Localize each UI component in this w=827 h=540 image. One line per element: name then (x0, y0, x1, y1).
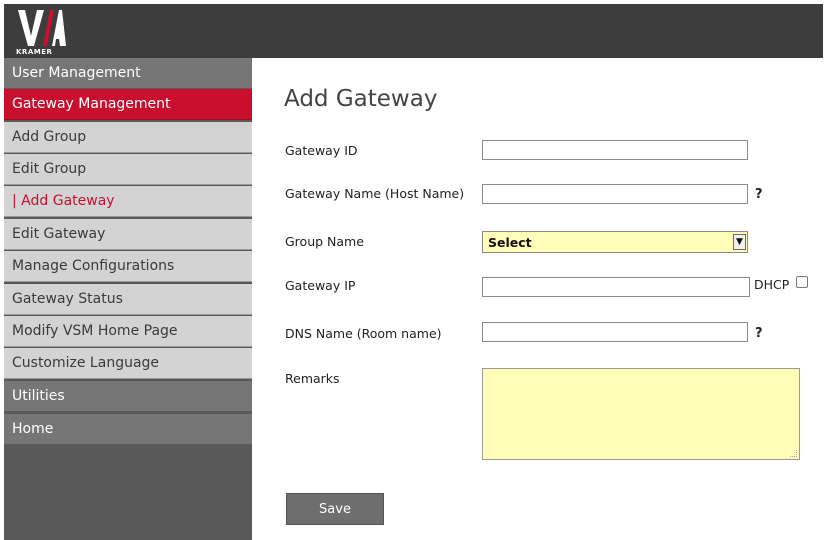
top-bar: KRAMER (4, 4, 823, 58)
sidebar-item-add-group[interactable]: Add Group (4, 122, 252, 153)
sidebar-item-customize-language[interactable]: Customize Language (4, 348, 252, 379)
gateway-ip-input[interactable] (482, 277, 750, 297)
dns-name-help-icon[interactable]: ? (755, 326, 763, 341)
sidebar-item-user-management[interactable]: User Management (4, 58, 252, 89)
gateway-id-label: Gateway ID (285, 143, 358, 158)
save-button[interactable]: Save (286, 493, 384, 525)
remarks-textarea[interactable] (482, 368, 800, 460)
sidebar: User Management Gateway Management Add G… (4, 58, 252, 540)
sidebar-item-edit-group[interactable]: Edit Group (4, 154, 252, 185)
dns-name-input[interactable] (482, 322, 748, 342)
sidebar-item-add-gateway[interactable]: | Add Gateway (4, 186, 252, 217)
group-name-selected-value: Select (488, 235, 532, 250)
sidebar-item-gateway-management[interactable]: Gateway Management (4, 89, 252, 120)
dhcp-label: DHCP (754, 277, 790, 292)
main-content: Add Gateway Gateway ID Gateway Name (Hos… (252, 58, 823, 540)
dns-name-label: DNS Name (Room name) (285, 326, 442, 341)
sidebar-item-manage-configurations[interactable]: Manage Configurations (4, 251, 252, 282)
logo-text: KRAMER (16, 48, 53, 56)
page-title: Add Gateway (284, 86, 438, 112)
sidebar-item-home[interactable]: Home (4, 414, 252, 445)
dropdown-arrow-icon[interactable]: ▼ (733, 234, 746, 250)
sidebar-item-gateway-status[interactable]: Gateway Status (4, 284, 252, 315)
sidebar-item-edit-gateway[interactable]: Edit Gateway (4, 219, 252, 250)
remarks-label: Remarks (285, 371, 340, 386)
group-name-select[interactable]: Select ▼ (482, 231, 748, 253)
group-name-label: Group Name (285, 234, 364, 249)
dhcp-checkbox[interactable] (796, 276, 808, 288)
sidebar-item-modify-vsm-home-page[interactable]: Modify VSM Home Page (4, 316, 252, 347)
resize-grip-icon[interactable] (790, 450, 797, 457)
gateway-name-input[interactable] (482, 184, 748, 204)
gateway-name-label: Gateway Name (Host Name) (285, 186, 465, 201)
sidebar-item-utilities[interactable]: Utilities (4, 381, 252, 412)
gateway-name-help-icon[interactable]: ? (755, 187, 763, 202)
gateway-ip-label: Gateway IP (285, 278, 356, 293)
gateway-id-input[interactable] (482, 140, 748, 160)
